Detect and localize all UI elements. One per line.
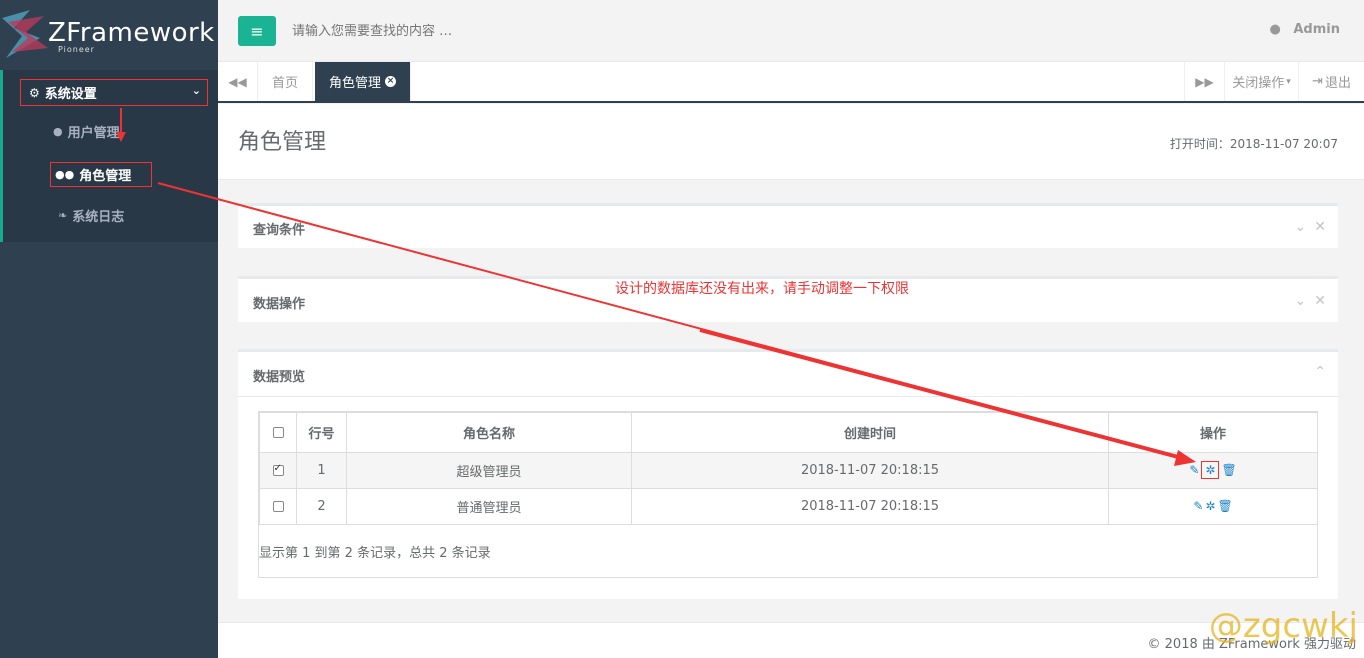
menu-group-settings: ⚙ 系统设置 ⌄ ● 用户管理 ●● 角色管理 ❧ 系统日志 — [0, 70, 218, 242]
row-actions: ✎ ✲ 🗑 — [1108, 488, 1318, 525]
role-name: 普通管理员 — [346, 488, 632, 525]
top-navbar: ≡ ● Admin — [218, 0, 1364, 62]
page-heading: 角色管理 打开时间：2018-11-07 20:07 — [218, 104, 1364, 180]
chevron-down-icon[interactable]: ⌄ — [1295, 219, 1307, 235]
logo-subtitle: Pioneer — [58, 45, 95, 54]
chevron-down-icon[interactable]: ⌄ — [1295, 293, 1307, 309]
created-time: 2018-11-07 20:18:15 — [631, 452, 1109, 489]
divider — [238, 396, 1338, 397]
user-menu[interactable]: ● Admin — [1270, 22, 1341, 37]
footer: © 2018 由 ZFramework 强力驱动 — [218, 622, 1364, 658]
gear-icon[interactable]: ✲ — [1205, 499, 1215, 513]
close-icon[interactable]: ✕ — [1314, 293, 1326, 309]
panel-tools: ⌃ — [1306, 364, 1326, 380]
panel-query: 查询条件 ⌄ ✕ — [238, 203, 1338, 248]
logo-icon — [2, 10, 48, 58]
search-input[interactable] — [290, 18, 590, 44]
row-checkbox[interactable] — [272, 501, 284, 512]
sidebar-item-label: 系统日志 — [72, 210, 125, 225]
chevron-down-icon: ⌄ — [191, 84, 201, 97]
trash-icon[interactable]: 🗑 — [1217, 499, 1232, 513]
close-icon[interactable]: ✕ — [1314, 219, 1326, 235]
chevron-up-icon[interactable]: ⌃ — [1314, 364, 1326, 380]
tabs-scroll-right-button[interactable]: ▶▶ — [1184, 62, 1224, 101]
logo: ZFramework Pioneer — [0, 0, 218, 70]
forward-icon: ▶▶ — [1195, 74, 1214, 89]
sidebar-item-label: 用户管理 — [67, 126, 120, 141]
role-name: 超级管理员 — [346, 452, 632, 489]
sidebar: ZFramework Pioneer ⚙ 系统设置 ⌄ ● 用户管理 ●● 角色… — [0, 0, 218, 658]
open-time: 打开时间：2018-11-07 20:07 — [1169, 137, 1338, 151]
column-header[interactable]: 行号 — [296, 412, 347, 453]
table-row[interactable]: 2 普通管理员 2018-11-07 20:18:15 ✎ ✲ 🗑 — [259, 488, 1318, 525]
trash-icon[interactable]: 🗑 — [1221, 463, 1236, 477]
table-header-row: 行号 角色名称 创建时间 操作 — [259, 412, 1318, 453]
close-operations-dropdown[interactable]: 关闭操作 ▾ — [1224, 62, 1298, 101]
created-time: 2018-11-07 20:18:15 — [631, 488, 1109, 525]
gear-icon[interactable]: ✲ — [1201, 461, 1220, 479]
menu-system-settings-label: 系统设置 — [44, 87, 97, 102]
row-checkbox[interactable] — [272, 463, 284, 476]
row-select-cell — [259, 488, 297, 525]
sidebar-item-users[interactable]: ● 用户管理 — [53, 122, 120, 141]
panel-title: 数据预览 — [253, 370, 306, 385]
row-number: 1 — [296, 452, 347, 489]
sidebar-item-roles[interactable]: ●● 角色管理 — [50, 162, 153, 187]
sidebar-item-logs[interactable]: ❧ 系统日志 — [58, 206, 124, 225]
sign-out-icon: ⇥ — [1312, 74, 1323, 89]
data-table-container: 行号 角色名称 创建时间 操作 1 超级管理员 2018-11-07 20:18… — [258, 411, 1318, 578]
menu-toggle-button[interactable]: ≡ — [238, 16, 276, 46]
tabs-scroll-left-button[interactable]: ◀◀ — [218, 62, 258, 101]
hamburger-icon: ≡ — [250, 21, 264, 41]
watermark: @zgcwkj — [1208, 606, 1358, 646]
panel-tools: ⌄ ✕ — [1287, 293, 1326, 309]
tab-label: 角色管理 — [329, 76, 382, 91]
leaf-icon: ❧ — [58, 209, 68, 222]
backward-icon: ◀◀ — [228, 74, 247, 89]
menu-system-settings[interactable]: ⚙ 系统设置 ⌄ — [20, 79, 208, 106]
tab-home[interactable]: 首页 — [258, 62, 314, 101]
users-icon: ●● — [55, 168, 75, 181]
column-header[interactable]: 角色名称 — [346, 412, 632, 453]
select-all-checkbox[interactable] — [272, 427, 284, 438]
sidebar-item-label: 角色管理 — [79, 169, 132, 184]
logout-button[interactable]: ⇥ 退出 — [1298, 62, 1364, 101]
close-operations-label: 关闭操作 — [1232, 76, 1285, 91]
annotation-text: 设计的数据库还没有出来，请手动调整一下权限 — [615, 281, 909, 297]
gear-icon: ⚙ — [29, 85, 40, 100]
tabs-bar: ◀◀ 首页 角色管理 × ▶▶ 关闭操作 ▾ ⇥ 退出 — [218, 62, 1364, 103]
data-table: 行号 角色名称 创建时间 操作 1 超级管理员 2018-11-07 20:18… — [259, 412, 1318, 525]
tab-label: 首页 — [272, 76, 299, 91]
user-name: Admin — [1293, 22, 1340, 37]
page-title: 角色管理 — [238, 130, 327, 155]
caret-down-icon: ▾ — [1286, 76, 1291, 87]
edit-icon[interactable]: ✎ — [1193, 499, 1203, 513]
user-icon: ● — [53, 125, 63, 138]
column-header[interactable]: 创建时间 — [631, 412, 1109, 453]
close-icon[interactable]: × — [385, 76, 397, 87]
panel-title: 数据操作 — [253, 297, 306, 312]
tab-role-management[interactable]: 角色管理 × — [315, 62, 412, 101]
logo-title: ZFramework — [48, 18, 215, 48]
row-number: 2 — [296, 488, 347, 525]
logout-label: 退出 — [1324, 76, 1351, 91]
row-select-cell — [259, 452, 297, 489]
row-actions: ✎ ✲ 🗑 — [1108, 452, 1318, 489]
table-row[interactable]: 1 超级管理员 2018-11-07 20:18:15 ✎✲🗑 — [259, 452, 1318, 489]
panel-title: 查询条件 — [253, 223, 306, 238]
edit-icon[interactable]: ✎ — [1189, 463, 1199, 477]
panel-tools: ⌄ ✕ — [1287, 219, 1326, 235]
select-all-cell — [259, 412, 297, 453]
column-header: 操作 — [1108, 412, 1318, 453]
user-icon: ● — [1269, 22, 1281, 37]
pagination-info: 显示第 1 到第 2 条记录，总共 2 条记录 — [259, 546, 491, 561]
